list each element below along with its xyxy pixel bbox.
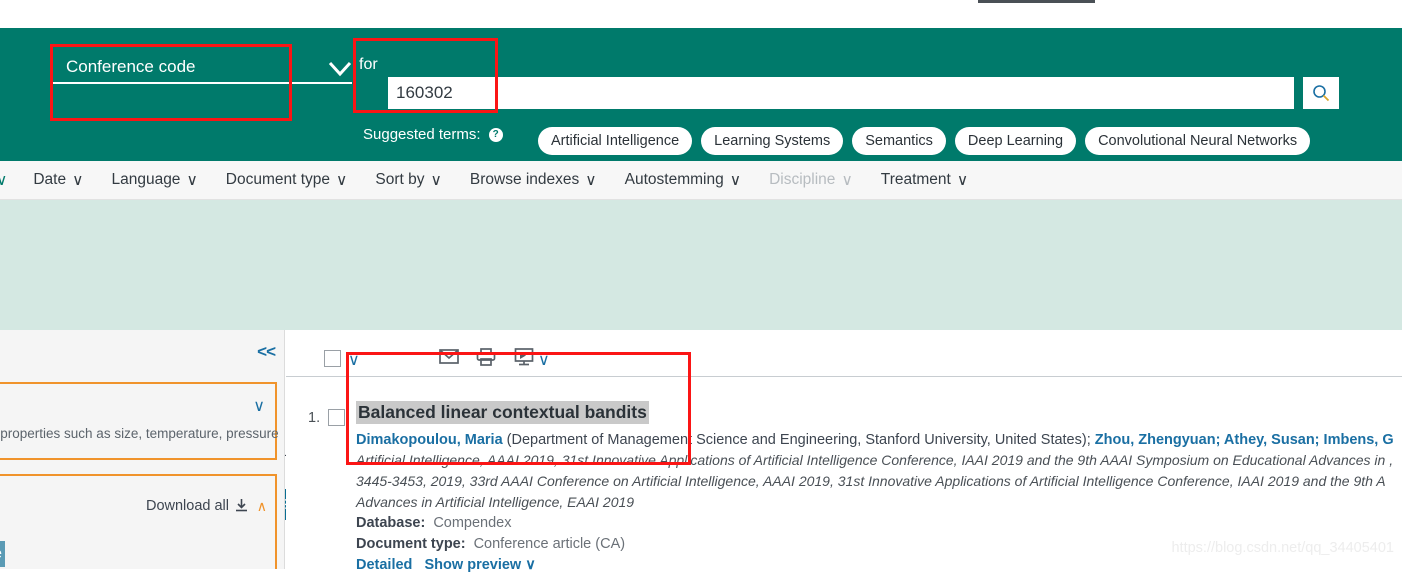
chevron-down-icon: ∨ xyxy=(186,171,198,189)
result-database: Database: Compendex xyxy=(356,513,1402,534)
show-preview-link[interactable]: Show preview xyxy=(425,557,522,573)
suggested-terms-label: Suggested terms: ? xyxy=(363,126,503,143)
chevron-down-icon: ∨ xyxy=(585,171,597,189)
search-term-input[interactable] xyxy=(388,77,1294,109)
detailed-link[interactable]: Detailed xyxy=(356,557,412,573)
result-source-line-1: Artificial Intelligence, AAAI 2019, 31st… xyxy=(356,452,1394,468)
chip-learning-systems[interactable]: Learning Systems xyxy=(701,127,844,155)
filter-label-browse-indexes: Browse indexes xyxy=(469,171,580,188)
help-icon[interactable]: ? xyxy=(488,128,503,142)
toolbar-divider xyxy=(286,376,1402,377)
database-key: Database: xyxy=(356,515,426,531)
results-header-strip: records found in Compendex for 1884-2021… xyxy=(0,200,1402,520)
result-source-line-2: 3445-3453, 2019, 33rd AAAI Conference on… xyxy=(356,473,1386,489)
result-title[interactable]: Balanced linear contextual bandits xyxy=(356,401,649,424)
filter-item-date[interactable]: Date ∨ xyxy=(33,171,83,190)
result-authors: Dimakopoulou, Maria (Department of Manag… xyxy=(356,430,1402,450)
chevron-down-icon: ∨ xyxy=(0,171,8,189)
sidebar-panel-download: Download all ∧ e xyxy=(0,474,277,569)
filter-item-language[interactable]: Language ∨ xyxy=(111,171,197,190)
chevron-down-icon[interactable]: ∨ xyxy=(348,350,360,370)
results-list: ∨ ∨ 1. Balanced linear contextual bandit… xyxy=(286,330,1402,573)
filter-item-treatment[interactable]: Treatment ∨ xyxy=(881,171,968,190)
result-footer-links: Detailed Show preview ∨ xyxy=(356,555,1402,576)
chevron-down-icon: ∨ xyxy=(430,171,442,189)
download-icon[interactable] xyxy=(234,498,249,518)
chevron-down-icon[interactable]: ∨ xyxy=(538,350,550,370)
filter-item-discipline: Discipline ∨ xyxy=(769,171,853,190)
filter-item-partial[interactable]: ∨ xyxy=(0,171,7,190)
result-source-line-3: Advances in Artificial Intelligence, EAA… xyxy=(356,494,635,510)
chevron-down-icon: ∨ xyxy=(956,171,969,189)
filter-item-browse-indexes[interactable]: Browse indexes ∨ xyxy=(470,171,597,190)
download-all-label[interactable]: Download all xyxy=(146,498,229,514)
filter-label-treatment: Treatment xyxy=(880,171,951,188)
chevron-down-icon[interactable] xyxy=(322,54,358,82)
filter-label-language: Language xyxy=(111,171,181,188)
chip-convolutional-neural-networks[interactable]: Convolutional Neural Networks xyxy=(1085,127,1311,155)
watermark: https://blog.csdn.net/qq_34405401 xyxy=(1171,540,1394,556)
select-all-checkbox[interactable] xyxy=(324,350,341,367)
author-links-rest[interactable]: Zhou, Zhengyuan; Athey, Susan; Imbens, G xyxy=(1095,432,1394,448)
filter-label-date: Date xyxy=(33,171,67,188)
chip-deep-learning[interactable]: Deep Learning xyxy=(954,127,1077,155)
author-link-first[interactable]: Dimakopoulou, Maria xyxy=(356,432,503,448)
print-icon[interactable] xyxy=(476,348,496,371)
search-panel: Conference code for Suggested terms: ? A… xyxy=(0,28,1402,184)
results-toolbar: ∨ ∨ xyxy=(286,338,1402,371)
for-label: for xyxy=(359,56,378,73)
filter-item-sort-by[interactable]: Sort by ∨ xyxy=(375,171,441,190)
result-affiliation: (Department of Management Science and En… xyxy=(502,432,1095,448)
chevron-down-icon: ∨ xyxy=(729,171,742,189)
filter-label-sort-by: Sort by xyxy=(375,171,425,188)
chevron-down-icon: ∨ xyxy=(336,171,348,189)
search-button[interactable] xyxy=(1303,77,1339,109)
top-divider-rule xyxy=(978,0,1095,3)
sidebar-panel-refine: y ∨ al properties such as size, temperat… xyxy=(0,382,279,460)
chevron-down-icon[interactable]: ∨ xyxy=(253,396,265,416)
email-icon[interactable] xyxy=(439,348,459,370)
chip-semantics[interactable]: Semantics xyxy=(852,127,946,155)
suggested-terms-text: Suggested terms: xyxy=(363,126,481,143)
chevron-down-icon: ∨ xyxy=(72,171,84,189)
filter-item-autostemming[interactable]: Autostemming ∨ xyxy=(625,171,741,190)
search-icon xyxy=(1313,85,1330,102)
filter-bar: ∨ Date ∨ Language ∨ Document type ∨ Sort… xyxy=(0,161,1402,200)
left-sidebar: << y ∨ al properties such as size, tempe… xyxy=(0,330,285,569)
download-icon[interactable] xyxy=(514,348,534,371)
result-checkbox[interactable] xyxy=(328,409,345,426)
chip-artificial-intelligence[interactable]: Artificial Intelligence xyxy=(538,127,693,155)
chevron-down-icon[interactable]: ∨ xyxy=(525,557,536,573)
collapse-sidebar-button[interactable]: << xyxy=(257,342,276,362)
sidebar-panel-description: al properties such as size, temperature,… xyxy=(0,426,279,441)
filter-label-autostemming: Autostemming xyxy=(624,171,724,188)
sidebar-action-button[interactable]: e xyxy=(0,541,5,567)
filter-label-document-type: Document type xyxy=(225,171,331,188)
result-index: 1. xyxy=(308,410,321,426)
suggested-term-chips: Artificial Intelligence Learning Systems… xyxy=(538,127,1311,155)
chevron-down-icon: ∨ xyxy=(841,171,853,189)
doctype-value: Conference article (CA) xyxy=(473,536,626,552)
doctype-key: Document type: xyxy=(356,536,466,552)
search-field-select[interactable]: Conference code xyxy=(52,50,352,84)
filter-item-document-type[interactable]: Document type ∨ xyxy=(226,171,348,190)
filter-label-discipline: Discipline xyxy=(769,171,836,188)
database-value: Compendex xyxy=(433,515,512,531)
chevron-up-icon[interactable]: ∧ xyxy=(257,498,267,515)
